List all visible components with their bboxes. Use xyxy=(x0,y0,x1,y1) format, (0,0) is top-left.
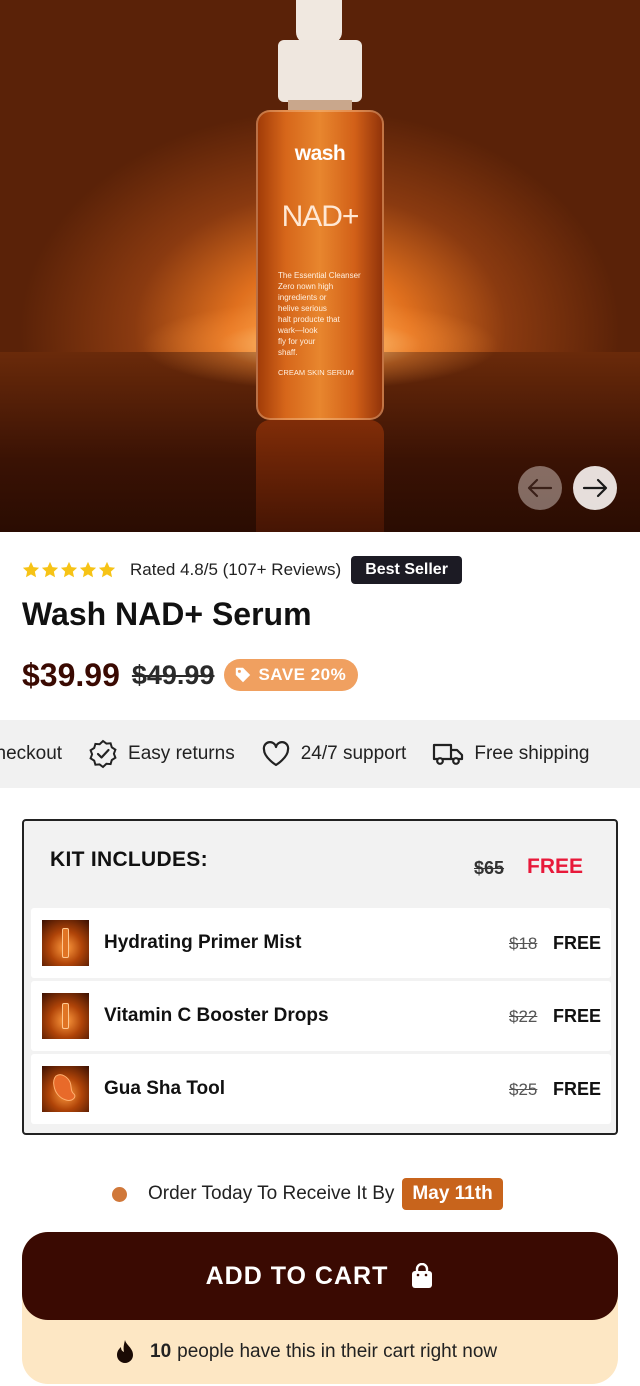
heart-icon xyxy=(262,741,289,767)
delivery-date-badge: May 11th xyxy=(402,1178,503,1210)
kit-includes-box: KIT INCLUDES: $65 FREE Hydrating Primer … xyxy=(22,819,618,1135)
rating-row: Rated 4.8/5 (107+ Reviews) Best Seller xyxy=(22,555,462,584)
bottle-subtitle: CREAM SKIN SERUM xyxy=(278,368,354,377)
save-label: SAVE 20% xyxy=(258,665,347,684)
kit-item-price: FREE xyxy=(553,1079,602,1099)
bottle-product-name: NAD+ xyxy=(281,200,360,233)
kit-item-name: Hydrating Primer Mist xyxy=(104,932,302,953)
cart-social-proof: 10 people have this in their cart right … xyxy=(114,1338,497,1366)
star-icon xyxy=(22,561,40,577)
kit-item-thumbnail xyxy=(42,1066,89,1112)
star-icon xyxy=(60,561,78,577)
badge-check-icon xyxy=(89,739,117,769)
kit-free-label: FREE xyxy=(527,855,584,878)
kit-item-name: Gua Sha Tool xyxy=(104,1078,226,1099)
feature-free-shipping: Free shipping xyxy=(432,741,589,767)
cart-hype-text: people have this in their cart right now xyxy=(177,1341,498,1362)
arrow-left-icon xyxy=(527,478,553,498)
kit-item-name: Vitamin C Booster Drops xyxy=(104,1005,329,1026)
star-icon xyxy=(41,561,59,577)
delivery-text: Order Today To Receive It By xyxy=(148,1183,395,1204)
kit-item: Gua Sha Tool $25 FREE xyxy=(31,1054,611,1124)
bottle-brand-label: wash xyxy=(294,142,346,165)
star-rating xyxy=(22,561,116,579)
carousel-prev-button[interactable] xyxy=(518,466,562,510)
kit-heading: KIT INCLUDES: xyxy=(50,848,208,871)
kit-item-original-price: $18 xyxy=(509,934,538,953)
price-row: $39.99 $49.99 SAVE 20% xyxy=(22,656,359,694)
feature-secure-checkout: checkout xyxy=(0,743,62,765)
add-to-cart-label: ADD TO CART xyxy=(205,1261,389,1290)
feature-label: checkout xyxy=(0,743,63,764)
kit-item-original-price: $22 xyxy=(509,1007,538,1026)
bottle-description: The Essential Cleanser Zero nown high in… xyxy=(278,271,361,357)
carousel-next-button[interactable] xyxy=(573,466,617,510)
dropper-collar xyxy=(278,40,362,102)
best-seller-badge: Best Seller xyxy=(351,555,462,584)
feature-label: Free shipping xyxy=(474,743,590,764)
product-image-carousel[interactable]: wash NAD+ The Essential Cleanser Zero no… xyxy=(0,0,640,532)
add-to-cart-button[interactable]: ADD TO CART xyxy=(22,1232,618,1320)
feature-easy-returns: Easy returns xyxy=(88,739,235,769)
kit-original-total: $65 xyxy=(474,858,505,878)
feature-label: 24/7 support xyxy=(300,743,407,764)
kit-item: Hydrating Primer Mist $18 FREE xyxy=(31,908,611,978)
kit-item-original-price: $25 xyxy=(509,1080,538,1099)
kit-item: Vitamin C Booster Drops $22 FREE xyxy=(31,981,611,1051)
features-strip[interactable]: checkout Easy returns 24/7 support Free … xyxy=(0,720,640,788)
rating-text[interactable]: Rated 4.8/5 (107+ Reviews) xyxy=(130,560,341,580)
star-icon xyxy=(98,561,116,577)
star-icon xyxy=(79,561,97,577)
dropper-bulb xyxy=(296,0,342,44)
current-price: $39.99 xyxy=(22,656,120,693)
feature-support: 24/7 support xyxy=(261,740,407,768)
cart-count: 10 xyxy=(150,1341,172,1362)
kit-item-price: FREE xyxy=(553,933,602,953)
gua-sha-icon xyxy=(53,1074,76,1101)
feature-label: Easy returns xyxy=(128,743,235,764)
bottle-reflection xyxy=(256,420,384,532)
delivery-estimate: Order Today To Receive It By May 11th xyxy=(112,1178,503,1210)
original-price: $49.99 xyxy=(131,659,215,690)
kit-item-price: FREE xyxy=(553,1006,602,1026)
save-badge: SAVE 20% xyxy=(224,659,359,691)
status-dot xyxy=(112,1186,127,1202)
tag-icon xyxy=(236,667,251,683)
kit-item-thumbnail xyxy=(42,920,89,966)
product-title: Wash NAD+ Serum xyxy=(22,596,312,632)
arrow-right-icon xyxy=(582,478,608,498)
shopping-bag-icon xyxy=(412,1263,433,1288)
kit-item-thumbnail xyxy=(42,993,89,1039)
truck-icon xyxy=(433,743,464,765)
flame-icon xyxy=(117,1340,133,1363)
